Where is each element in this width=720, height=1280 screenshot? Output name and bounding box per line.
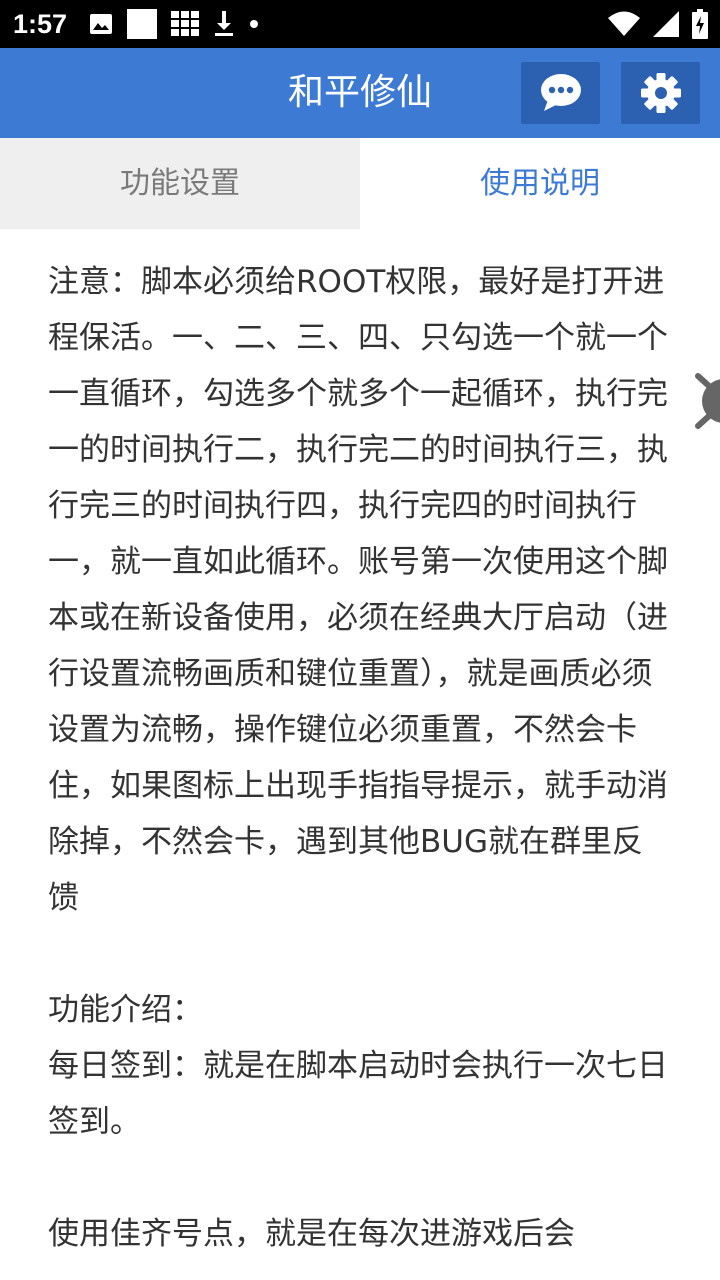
wifi-icon: [608, 11, 640, 36]
battery-charging-icon: [692, 9, 708, 39]
settings-button[interactable]: [621, 62, 700, 124]
gear-icon: [640, 73, 681, 113]
tab-bar: 功能设置 使用说明: [0, 138, 720, 229]
daily-checkin-text: 每日签到：就是在脚本启动时会执行一次七日签到。: [48, 1048, 668, 1140]
status-bar: 1:57: [0, 0, 720, 48]
download-icon: [215, 11, 234, 36]
feature-heading: 功能介绍：: [48, 992, 203, 1028]
status-time: 1:57: [13, 8, 68, 39]
status-icons-left: [89, 9, 259, 39]
partial-next-text: 使用佳齐号点，就是在每次进游戏后会: [48, 1216, 575, 1252]
chat-button[interactable]: [521, 62, 600, 124]
chat-bubble-icon: [540, 74, 581, 111]
image-icon: [90, 14, 113, 34]
app-bar: 和平修仙: [0, 48, 720, 138]
status-icons-right: [608, 0, 708, 48]
instructions-content: 注意：脚本必须给ROOT权限，最好是打开进程保活。一、二、三、四、只勾选一个就一…: [48, 254, 672, 1262]
tab-instructions[interactable]: 使用说明: [360, 138, 720, 229]
floating-close-icon[interactable]: [690, 366, 720, 436]
signal-icon: [653, 11, 679, 37]
grid-icon: [171, 11, 200, 36]
tab-feature-settings[interactable]: 功能设置: [0, 138, 360, 229]
app-title: 和平修仙: [287, 72, 432, 113]
square-icon: [127, 9, 158, 39]
notice-text: 注意：脚本必须给ROOT权限，最好是打开进程保活。一、二、三、四、只勾选一个就一…: [48, 264, 668, 916]
dot-icon: [250, 20, 259, 28]
